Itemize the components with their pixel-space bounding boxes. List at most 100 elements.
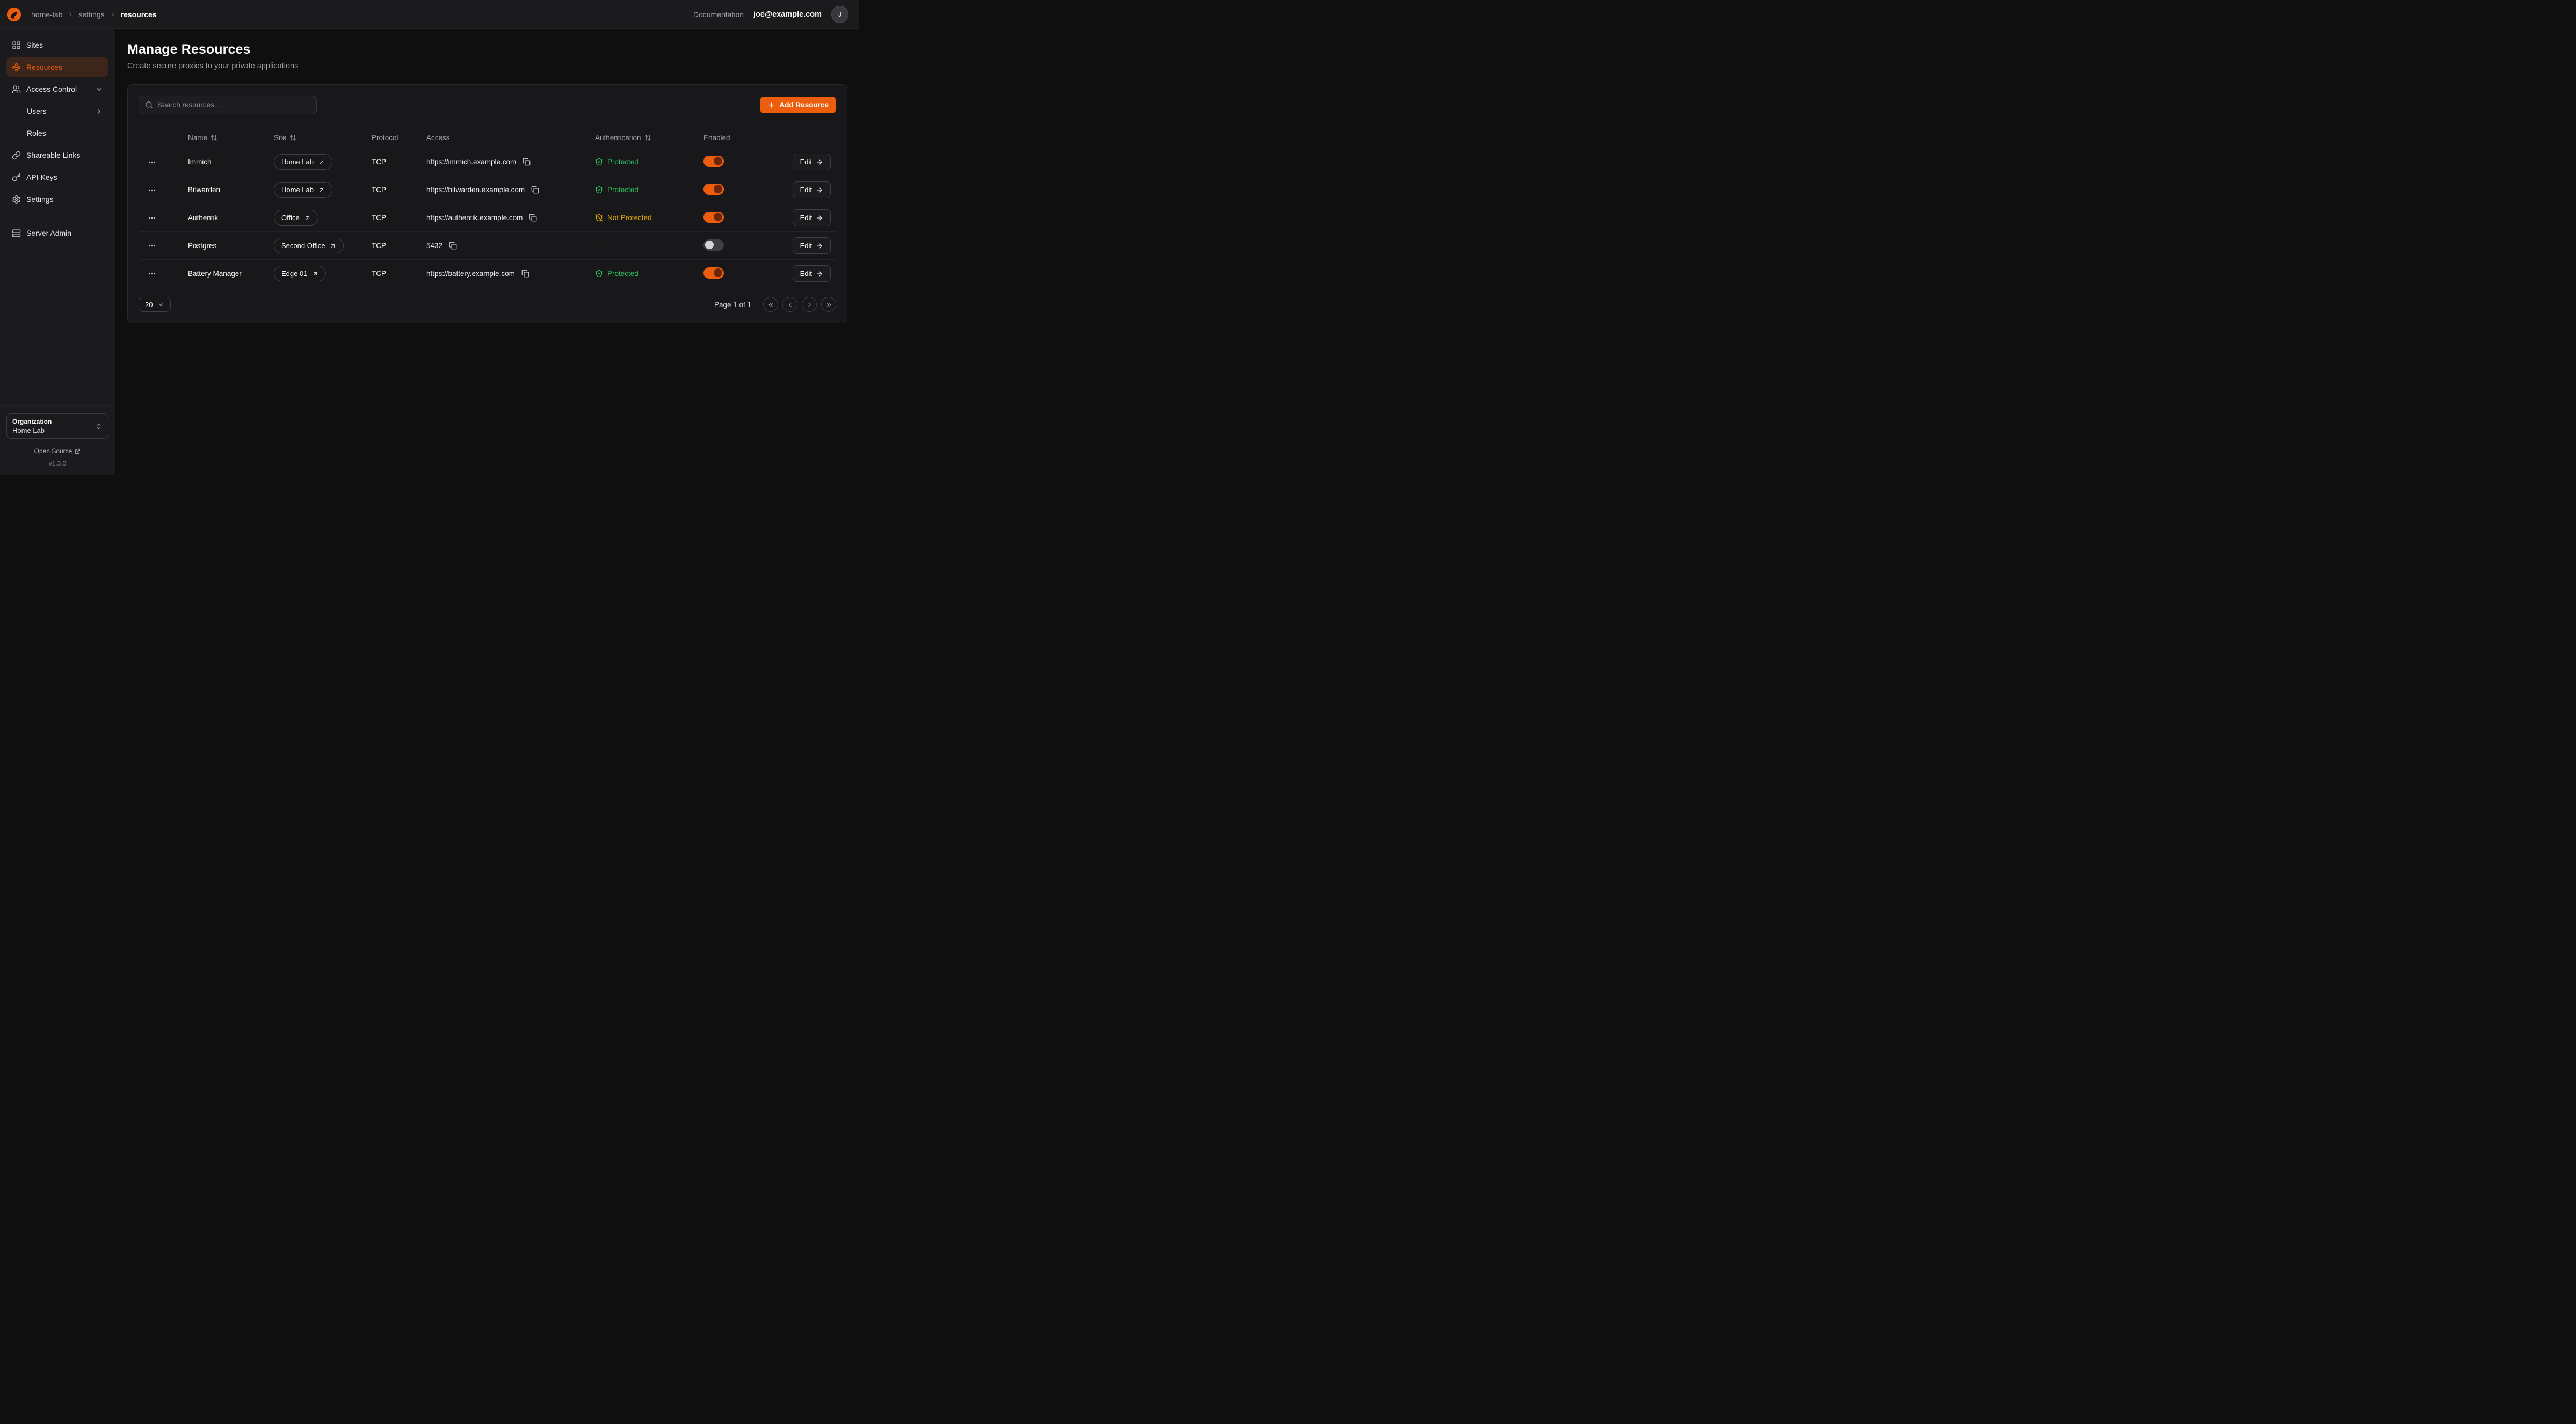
waypoints-icon: [12, 63, 21, 72]
search-box: [139, 96, 317, 114]
sidebar-item-sites[interactable]: Sites: [6, 35, 108, 55]
auth-status: -: [595, 242, 703, 250]
breadcrumb-settings[interactable]: settings: [78, 10, 104, 19]
auth-status: Not Protected: [595, 214, 703, 222]
sort-site-header[interactable]: Site: [274, 134, 372, 142]
plus-icon: [767, 101, 775, 109]
next-page-button[interactable]: [802, 297, 817, 312]
site-name: Second Office: [281, 242, 325, 250]
toggle-knob: [714, 157, 722, 165]
row-menu-button[interactable]: [144, 155, 160, 170]
sites-grid-icon: [12, 41, 21, 50]
enabled-toggle[interactable]: [703, 267, 724, 279]
table-row: Bitwarden Home Lab TCP https://bitwarden…: [139, 176, 836, 204]
sidebar-item-label: Access Control: [26, 85, 77, 93]
site-name: Office: [281, 214, 300, 222]
sidebar-item-shareable-links[interactable]: Shareable Links: [6, 146, 108, 165]
topbar-right: Documentation joe@example.com J: [693, 6, 848, 23]
sort-icon: [644, 134, 651, 141]
access-url: https://authentik.example.com: [426, 214, 523, 222]
arrow-right-icon: [816, 270, 823, 278]
toggle-knob: [714, 185, 722, 193]
arrow-up-right-icon: [330, 243, 336, 249]
enabled-toggle[interactable]: [703, 239, 724, 251]
edit-button[interactable]: Edit: [793, 181, 831, 198]
chevron-left-icon: [787, 301, 794, 308]
protocol-value: TCP: [372, 242, 426, 250]
site-link[interactable]: Home Lab: [274, 154, 332, 170]
app-version: v1.3.0: [6, 460, 108, 467]
top-bar: home-lab settings resources Documentatio…: [0, 0, 859, 29]
breadcrumb-home[interactable]: home-lab: [31, 10, 62, 19]
site-link[interactable]: Home Lab: [274, 182, 332, 198]
row-menu-button[interactable]: [144, 266, 160, 281]
enabled-toggle[interactable]: [703, 184, 724, 195]
arrow-up-right-icon: [318, 187, 325, 193]
last-page-button[interactable]: [821, 297, 836, 312]
page-size-select[interactable]: 20: [139, 297, 171, 312]
resource-name: Immich: [188, 158, 274, 166]
protocol-value: TCP: [372, 186, 426, 194]
sort-name-header[interactable]: Name: [188, 134, 274, 142]
server-icon: [12, 229, 21, 238]
chevrons-left-icon: [767, 301, 774, 308]
site-link[interactable]: Office: [274, 210, 318, 226]
pangolin-logo[interactable]: [6, 7, 21, 22]
copy-icon[interactable]: [448, 241, 458, 251]
copy-icon[interactable]: [528, 213, 538, 223]
users-icon: [12, 85, 21, 94]
previous-page-button[interactable]: [782, 297, 797, 312]
row-menu-button[interactable]: [144, 238, 160, 253]
sidebar-item-settings[interactable]: Settings: [6, 190, 108, 209]
chevron-down-icon: [95, 85, 103, 93]
sidebar-item-label: Shareable Links: [26, 151, 80, 159]
sidebar-item-server-admin[interactable]: Server Admin: [6, 223, 108, 243]
user-avatar[interactable]: J: [831, 6, 848, 23]
arrow-right-icon: [816, 186, 823, 194]
sort-authentication-header[interactable]: Authentication: [595, 134, 703, 142]
toggle-knob: [705, 241, 714, 249]
edit-button[interactable]: Edit: [793, 265, 831, 282]
sidebar-footer: Organization Home Lab Open Source v1.3.0: [0, 405, 115, 467]
chevrons-up-down-icon: [95, 423, 103, 430]
edit-button[interactable]: Edit: [793, 237, 831, 254]
enabled-toggle[interactable]: [703, 212, 724, 223]
sidebar-item-users[interactable]: Users: [6, 101, 108, 121]
protocol-header: Protocol: [372, 134, 426, 142]
arrow-up-right-icon: [318, 159, 325, 165]
sidebar-item-api-keys[interactable]: API Keys: [6, 168, 108, 187]
documentation-link[interactable]: Documentation: [693, 10, 744, 19]
search-icon: [145, 101, 153, 109]
access-header: Access: [426, 134, 595, 142]
arrow-up-right-icon: [312, 271, 318, 277]
sidebar-item-label: Settings: [26, 195, 54, 204]
first-page-button[interactable]: [763, 297, 778, 312]
resource-name: Bitwarden: [188, 186, 274, 194]
copy-icon[interactable]: [521, 157, 532, 167]
search-input[interactable]: [157, 101, 310, 109]
shield-check-icon: [595, 270, 603, 278]
sidebar-item-access-control[interactable]: Access Control: [6, 79, 108, 99]
breadcrumb-separator-icon: [67, 11, 74, 18]
edit-button[interactable]: Edit: [793, 154, 831, 170]
add-resource-button[interactable]: Add Resource: [760, 97, 836, 113]
enabled-toggle[interactable]: [703, 156, 724, 167]
sidebar-item-label: Resources: [26, 63, 62, 71]
site-link[interactable]: Edge 01: [274, 266, 326, 281]
breadcrumb-separator-icon: [110, 11, 116, 18]
site-link[interactable]: Second Office: [274, 238, 344, 253]
sidebar-item-resources[interactable]: Resources: [6, 57, 108, 77]
edit-button[interactable]: Edit: [793, 209, 831, 226]
arrow-up-right-icon: [304, 215, 311, 221]
organization-selector[interactable]: Organization Home Lab: [6, 413, 108, 439]
copy-icon[interactable]: [530, 185, 540, 195]
site-name: Home Lab: [281, 158, 314, 166]
row-menu-button[interactable]: [144, 210, 160, 226]
access-url: https://battery.example.com: [426, 270, 515, 278]
open-source-link[interactable]: Open Source: [6, 447, 108, 455]
add-resource-label: Add Resource: [779, 101, 829, 109]
sidebar-item-roles[interactable]: Roles: [6, 123, 108, 143]
copy-icon[interactable]: [520, 268, 531, 279]
chevron-right-icon: [95, 107, 103, 115]
row-menu-button[interactable]: [144, 183, 160, 198]
